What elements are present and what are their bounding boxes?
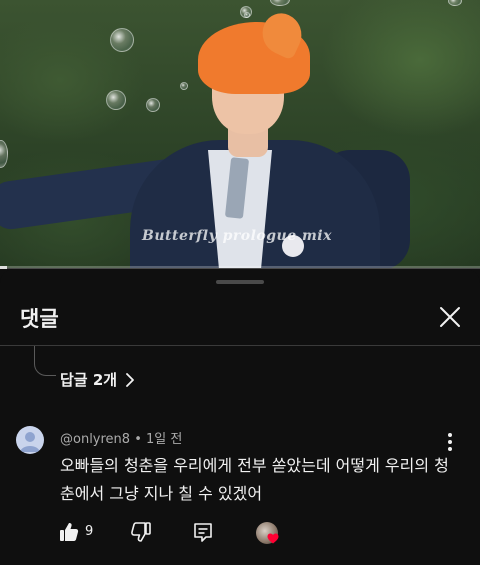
bubble: [0, 140, 8, 168]
bubble: [244, 12, 250, 18]
thumbs-up-icon: [60, 523, 79, 541]
default-avatar-icon: [20, 432, 40, 452]
more-vert-icon: [448, 433, 452, 451]
chevron-right-icon: [126, 372, 134, 387]
meta-separator: •: [130, 432, 147, 447]
bubble: [180, 82, 188, 90]
comment-meta: @onlyren8 • 1일 전: [60, 428, 182, 447]
avatar[interactable]: [16, 426, 44, 454]
reply-button[interactable]: [192, 521, 214, 547]
video-player[interactable]: Butterfly prologue mix: [0, 0, 480, 268]
comment-text: 오빠들의 청춘을 우리에게 전부 쏟았는데 어떻게 우리의 청춘에서 그냥 지나…: [60, 456, 449, 503]
bubble: [146, 98, 160, 112]
close-button[interactable]: [432, 299, 468, 335]
drag-handle[interactable]: [216, 280, 264, 284]
close-icon: [440, 307, 460, 327]
view-replies-button[interactable]: 답글 2개: [60, 369, 135, 390]
like-button[interactable]: [58, 521, 80, 547]
like-count: 9: [85, 524, 94, 539]
comment-actions: 9: [58, 521, 298, 545]
comment-time: 1일 전: [146, 432, 183, 447]
bubble: [448, 0, 462, 6]
replies-label: 답글 2개: [60, 371, 118, 389]
video-watermark: Butterfly prologue mix: [142, 228, 332, 244]
reply-icon: [194, 523, 212, 542]
more-options-button[interactable]: [442, 431, 458, 453]
comment-author[interactable]: @onlyren8: [60, 432, 130, 447]
dislike-button[interactable]: [130, 521, 152, 547]
panel-title: 댓글: [20, 307, 59, 331]
creator-heart-badge: [256, 522, 279, 544]
bubble: [110, 28, 134, 52]
bubble: [106, 90, 126, 110]
bubble: [270, 0, 290, 6]
creator-heart-icon: [267, 533, 279, 544]
thread-line: [34, 346, 56, 376]
panel-divider: [0, 345, 480, 346]
video-progress-fill: [0, 266, 8, 269]
comments-panel: 댓글 답글 2개 @onlyren8 • 1일 전 오빠들의 청춘을 우리에게 …: [0, 269, 480, 565]
thumbs-down-icon: [131, 522, 151, 542]
